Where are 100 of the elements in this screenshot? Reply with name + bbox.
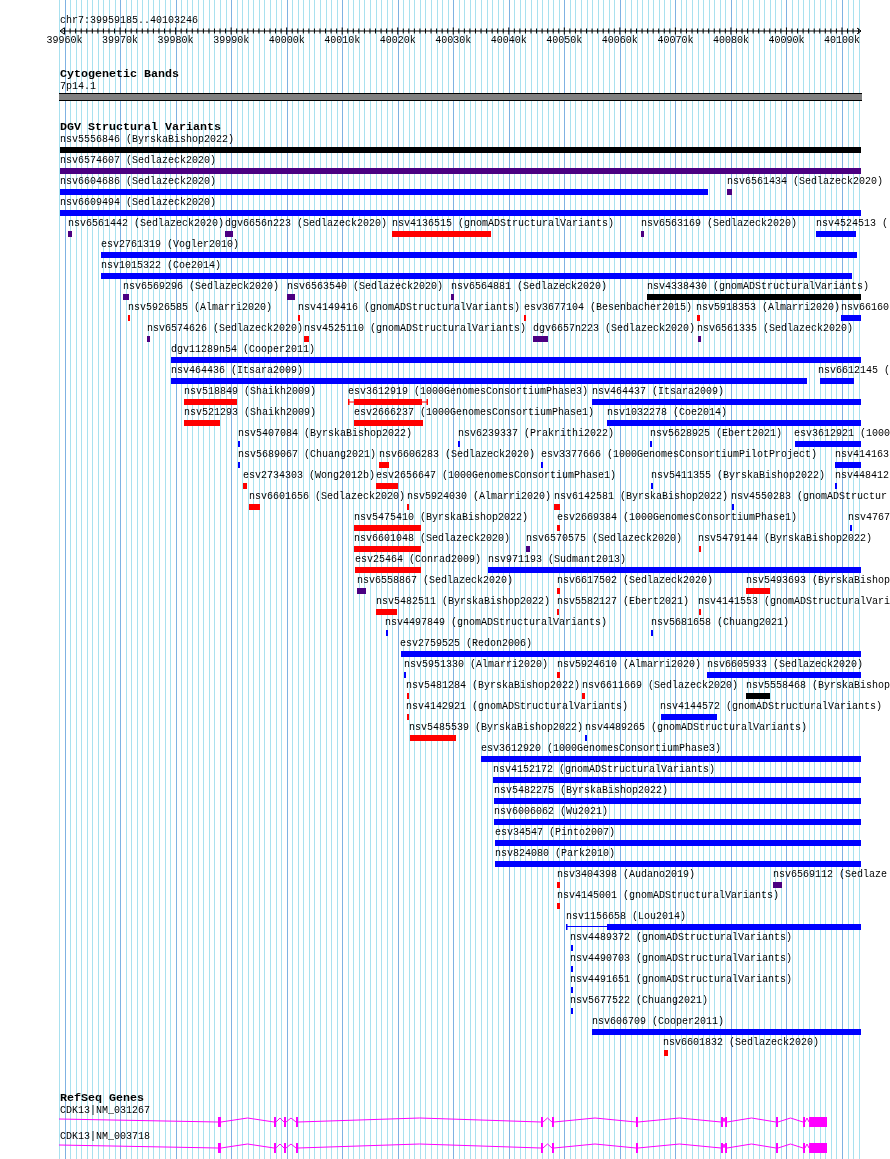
variant-label: nsv4136515 (gnomADStructuralVariants) [392,217,615,230]
variant-label: nsv5475410 (ByrskaBishop2022) [354,511,529,524]
variant-label: esv3612919 (1000GenomesConsortiumPhase3) [348,385,589,398]
variant-label: esv2669384 (1000GenomesConsortiumPhase1) [557,511,798,524]
variant-label: esv3377666 (1000GenomesConsortiumPilotProject) [541,448,818,461]
track-title: RefSeq Genes [60,1092,144,1104]
variant-label: nsv6601048 (Sedlazeck2020) [354,532,511,545]
variant-label: nsv5681658 (Chuang2021) [651,616,790,629]
variant-label: nsv4144572 (gnomADStructuralVariants) [660,700,883,713]
variant-label: dgv6656n223 (Sedlazeck2020) [225,217,388,230]
variant-label: nsv824080 (Park2010) [495,847,616,860]
variant-label: nsv6605933 (Sedlazeck2020) [707,658,864,671]
variant-label: nsv5493693 (ByrskaBishop [746,574,890,587]
variant-label: nsv5924610 (Almarri2020) [557,658,702,671]
variant-label: esv2734303 (Wong2012b) [243,469,376,482]
variant-label: esv3612921 (1000 [794,427,890,440]
variant-label: nsv4145001 (gnomADStructuralVariants) [557,889,780,902]
variant-label: nsv521293 (Shaikh2009) [184,406,317,419]
variant-label: nsv464437 (Itsara2009) [592,385,725,398]
variant-label: esv34547 (Pinto2007) [495,826,616,839]
variant-label: nsv66160 [841,301,889,314]
variant-label: nsv6561442 (Sedlazeck2020) [68,217,225,230]
variant-label: esv2759525 (Redon2006) [400,637,533,650]
track-title: Cytogenetic Bands [60,68,179,80]
tick-label: 40010k [324,34,361,47]
variant-label: nsv4550283 (gnomADStructur [731,490,888,503]
tick-label: 40080k [712,34,749,47]
variant-label: nsv4141553 (gnomADStructuralVari [698,595,890,608]
variant-label: nsv5628925 (Ebert2021) [650,427,783,440]
variant-label: dgv6657n223 (Sedlazeck2020) [533,322,696,335]
variant-label: nsv5951330 (Almarri2020) [404,658,549,671]
variant-label: esv3612920 (1000GenomesConsortiumPhase3) [481,742,722,755]
variant-label: nsv5481284 (ByrskaBishop2022) [406,679,581,692]
tick-label: 40000k [268,34,305,47]
variant-label: esv2761319 (Vogler2010) [101,238,240,251]
variant-label: nsv6601832 (Sedlazeck2020) [663,1036,820,1049]
variant-label: nsv448412 [835,469,889,482]
variant-label: nsv5482275 (ByrskaBishop2022) [494,784,669,797]
tick-label: 40050k [546,34,583,47]
variant-label: nsv6569296 (Sedlazeck2020) [123,280,280,293]
variant-label: nsv3404398 (Audano2019) [557,868,696,881]
variant-label: nsv6570575 (Sedlazeck2020) [526,532,683,545]
tick-label: 40030k [435,34,472,47]
variant-bar[interactable] [566,924,861,930]
variant-label: nsv6574607 (Sedlazeck2020) [60,154,217,167]
variant-label: nsv5918353 (Almarri2020) [696,301,841,314]
gene-model-drawing[interactable] [59,1143,827,1153]
variant-label: nsv6564881 (Sedlazeck2020) [451,280,608,293]
variant-label: nsv464436 (Itsara2009) [171,364,304,377]
variant-label: nsv6563169 (Sedlazeck2020) [641,217,798,230]
variant-label: nsv6239337 (Prakrithi2022) [458,427,615,440]
variant-label: nsv5485539 (ByrskaBishop2022) [409,721,584,734]
variant-label: nsv6611669 (Sedlazeck2020) [582,679,739,692]
variant-label: nsv5677522 (Chuang2021) [570,994,709,1007]
transcript-label: CDK13|NM_003718 [60,1130,150,1143]
variant-label: nsv4489265 (gnomADStructuralVariants) [585,721,808,734]
variant-label: nsv4149416 (gnomADStructuralVariants) [298,301,521,314]
tick-label: 40070k [657,34,694,47]
variant-label: nsv6617502 (Sedlazeck2020) [557,574,714,587]
track-title: DGV Structural Variants [60,121,221,133]
tick-label: 40090k [768,34,805,47]
tick-label: 40100k [823,34,860,47]
variant-label: nsv5482511 (ByrskaBishop2022) [376,595,551,608]
variant-label: nsv518849 (Shaikh2009) [184,385,317,398]
variant-label: dgv11289n54 (Cooper2011) [171,343,316,356]
variant-label: nsv6558867 (Sedlazeck2020) [357,574,514,587]
variant-bar[interactable] [348,399,428,405]
variant-label: nsv5556846 (ByrskaBishop2022) [60,133,235,146]
tick-label: 39970k [102,34,139,47]
variant-label: nsv4525110 (gnomADStructuralVariants) [304,322,527,335]
variant-label: nsv6574626 (Sedlazeck2020) [147,322,304,335]
tick-label: 39990k [213,34,250,47]
variant-label: nsv4152172 (gnomADStructuralVariants) [493,763,716,776]
variant-label: nsv6569112 (Sedlaze [773,868,888,881]
variant-label: nsv5479144 (ByrskaBishop2022) [698,532,873,545]
variant-label: nsv1032278 (Coe2014) [607,406,728,419]
variant-label: nsv6563540 (Sedlazeck2020) [287,280,444,293]
variant-label: esv25464 (Conrad2009) [355,553,482,566]
variant-label: nsv6142581 (ByrskaBishop2022) [554,490,729,503]
tick-label: 40040k [490,34,527,47]
variant-label: nsv5411355 (ByrskaBishop2022) [651,469,826,482]
gene-model-drawing[interactable] [59,1117,827,1127]
variant-label: nsv6612145 ( [818,364,890,377]
variant-label: nsv6561335 (Sedlazeck2020) [697,322,854,335]
variant-label: esv2666237 (1000GenomesConsortiumPhase1) [354,406,595,419]
variant-label: nsv5407084 (ByrskaBishop2022) [238,427,413,440]
band-label: 7p14.1 [60,80,96,93]
variant-label: nsv4142921 (gnomADStructuralVariants) [406,700,629,713]
variant-label: nsv414163 [835,448,889,461]
variant-label: nsv5558468 (ByrskaBishop [746,679,890,692]
variant-label: nsv1156658 (Lou2014) [566,910,687,923]
variant-label: nsv971193 (Sudmant2013) [488,553,627,566]
variant-label: nsv4767 [848,511,890,524]
variant-label: nsv4497849 (gnomADStructuralVariants) [385,616,608,629]
variant-label: nsv606709 (Cooper2011) [592,1015,725,1028]
location-label: chr7:39959185..40103246 [60,14,199,27]
variant-label: nsv6604686 (Sedlazeck2020) [60,175,217,188]
tick-label: 39960k [46,34,83,47]
tick-label: 40060k [601,34,638,47]
transcript-label: CDK13|NM_031267 [60,1104,150,1117]
